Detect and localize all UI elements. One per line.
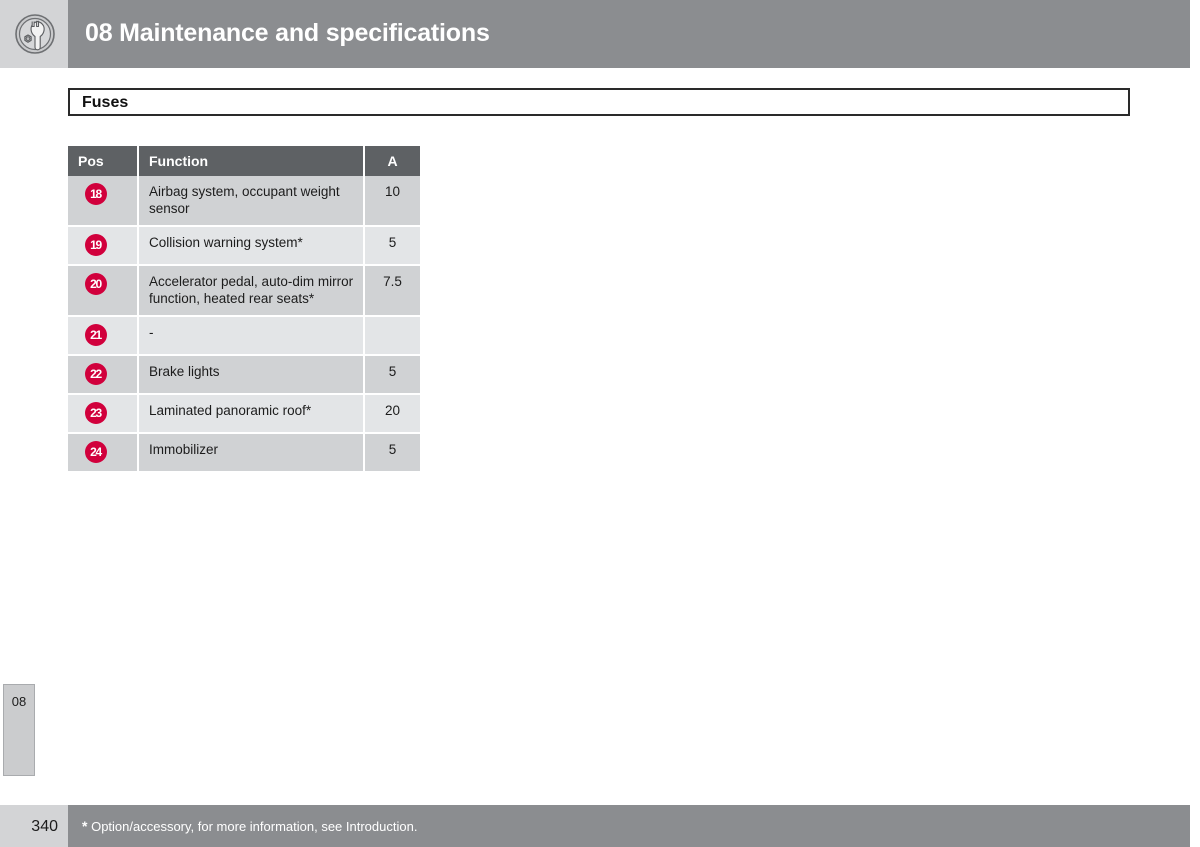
- table-row: 20 Accelerator pedal, auto-dim mirror fu…: [68, 266, 420, 317]
- cell-amperage: 5: [365, 434, 420, 473]
- page-number: 340: [0, 818, 58, 836]
- cell-position: 20: [68, 266, 139, 317]
- cell-amperage: [365, 317, 420, 356]
- fuse-position-badge: 23: [85, 402, 107, 424]
- table-row: 23 Laminated panoramic roof* 20: [68, 395, 420, 434]
- page-footer: 340 * Option/accessory, for more informa…: [0, 805, 1190, 847]
- footer-bar: * Option/accessory, for more information…: [68, 805, 1190, 847]
- wrench-nut-icon: [15, 14, 55, 54]
- header-icon-panel: [0, 0, 68, 68]
- table-row: 24 Immobilizer 5: [68, 434, 420, 473]
- cell-position: 18: [68, 176, 139, 227]
- cell-position: 19: [68, 227, 139, 266]
- cell-position: 24: [68, 434, 139, 473]
- section-title-box: Fuses: [68, 88, 1130, 116]
- cell-function: Collision warning system*: [139, 227, 365, 266]
- fuse-position-badge: 20: [85, 273, 107, 295]
- cell-function: -: [139, 317, 365, 356]
- chapter-side-tab[interactable]: 08: [3, 684, 35, 776]
- table-row: 19 Collision warning system* 5: [68, 227, 420, 266]
- cell-position: 23: [68, 395, 139, 434]
- fuse-position-badge: 21: [85, 324, 107, 346]
- footnote-marker: *: [82, 818, 87, 834]
- header-bar: 08 Maintenance and specifications: [68, 0, 1190, 68]
- fuse-position-badge: 19: [85, 234, 107, 256]
- cell-function: Accelerator pedal, auto-dim mirror funct…: [139, 266, 365, 317]
- cell-amperage: 10: [365, 176, 420, 227]
- fuse-position-badge: 24: [85, 441, 107, 463]
- chapter-side-tab-label: 08: [4, 694, 34, 709]
- fuses-table: Pos Function A 18 Airbag system, occupan…: [68, 146, 420, 473]
- table-row: 22 Brake lights 5: [68, 356, 420, 395]
- cell-amperage: 7.5: [365, 266, 420, 317]
- cell-position: 22: [68, 356, 139, 395]
- column-header-amps: A: [365, 146, 420, 176]
- footnote-text: Option/accessory, for more information, …: [91, 819, 417, 834]
- table-header-row: Pos Function A: [68, 146, 420, 176]
- cell-amperage: 20: [365, 395, 420, 434]
- fuse-position-badge: 22: [85, 363, 107, 385]
- page-header: 08 Maintenance and specifications: [0, 0, 1190, 68]
- fuses-table-body: 18 Airbag system, occupant weight sensor…: [68, 176, 420, 473]
- page-title: 08 Maintenance and specifications: [85, 19, 490, 48]
- cell-function: Immobilizer: [139, 434, 365, 473]
- column-header-function: Function: [139, 146, 365, 176]
- cell-amperage: 5: [365, 227, 420, 266]
- column-header-pos: Pos: [68, 146, 139, 176]
- cell-function: Laminated panoramic roof*: [139, 395, 365, 434]
- footnote: * Option/accessory, for more information…: [82, 818, 417, 834]
- cell-function: Brake lights: [139, 356, 365, 395]
- cell-amperage: 5: [365, 356, 420, 395]
- fuse-position-badge: 18: [85, 183, 107, 205]
- table-row: 18 Airbag system, occupant weight sensor…: [68, 176, 420, 227]
- table-row: 21 -: [68, 317, 420, 356]
- cell-function: Airbag system, occupant weight sensor: [139, 176, 365, 227]
- footer-page-panel: 340: [0, 805, 68, 847]
- cell-position: 21: [68, 317, 139, 356]
- section-title: Fuses: [82, 94, 128, 112]
